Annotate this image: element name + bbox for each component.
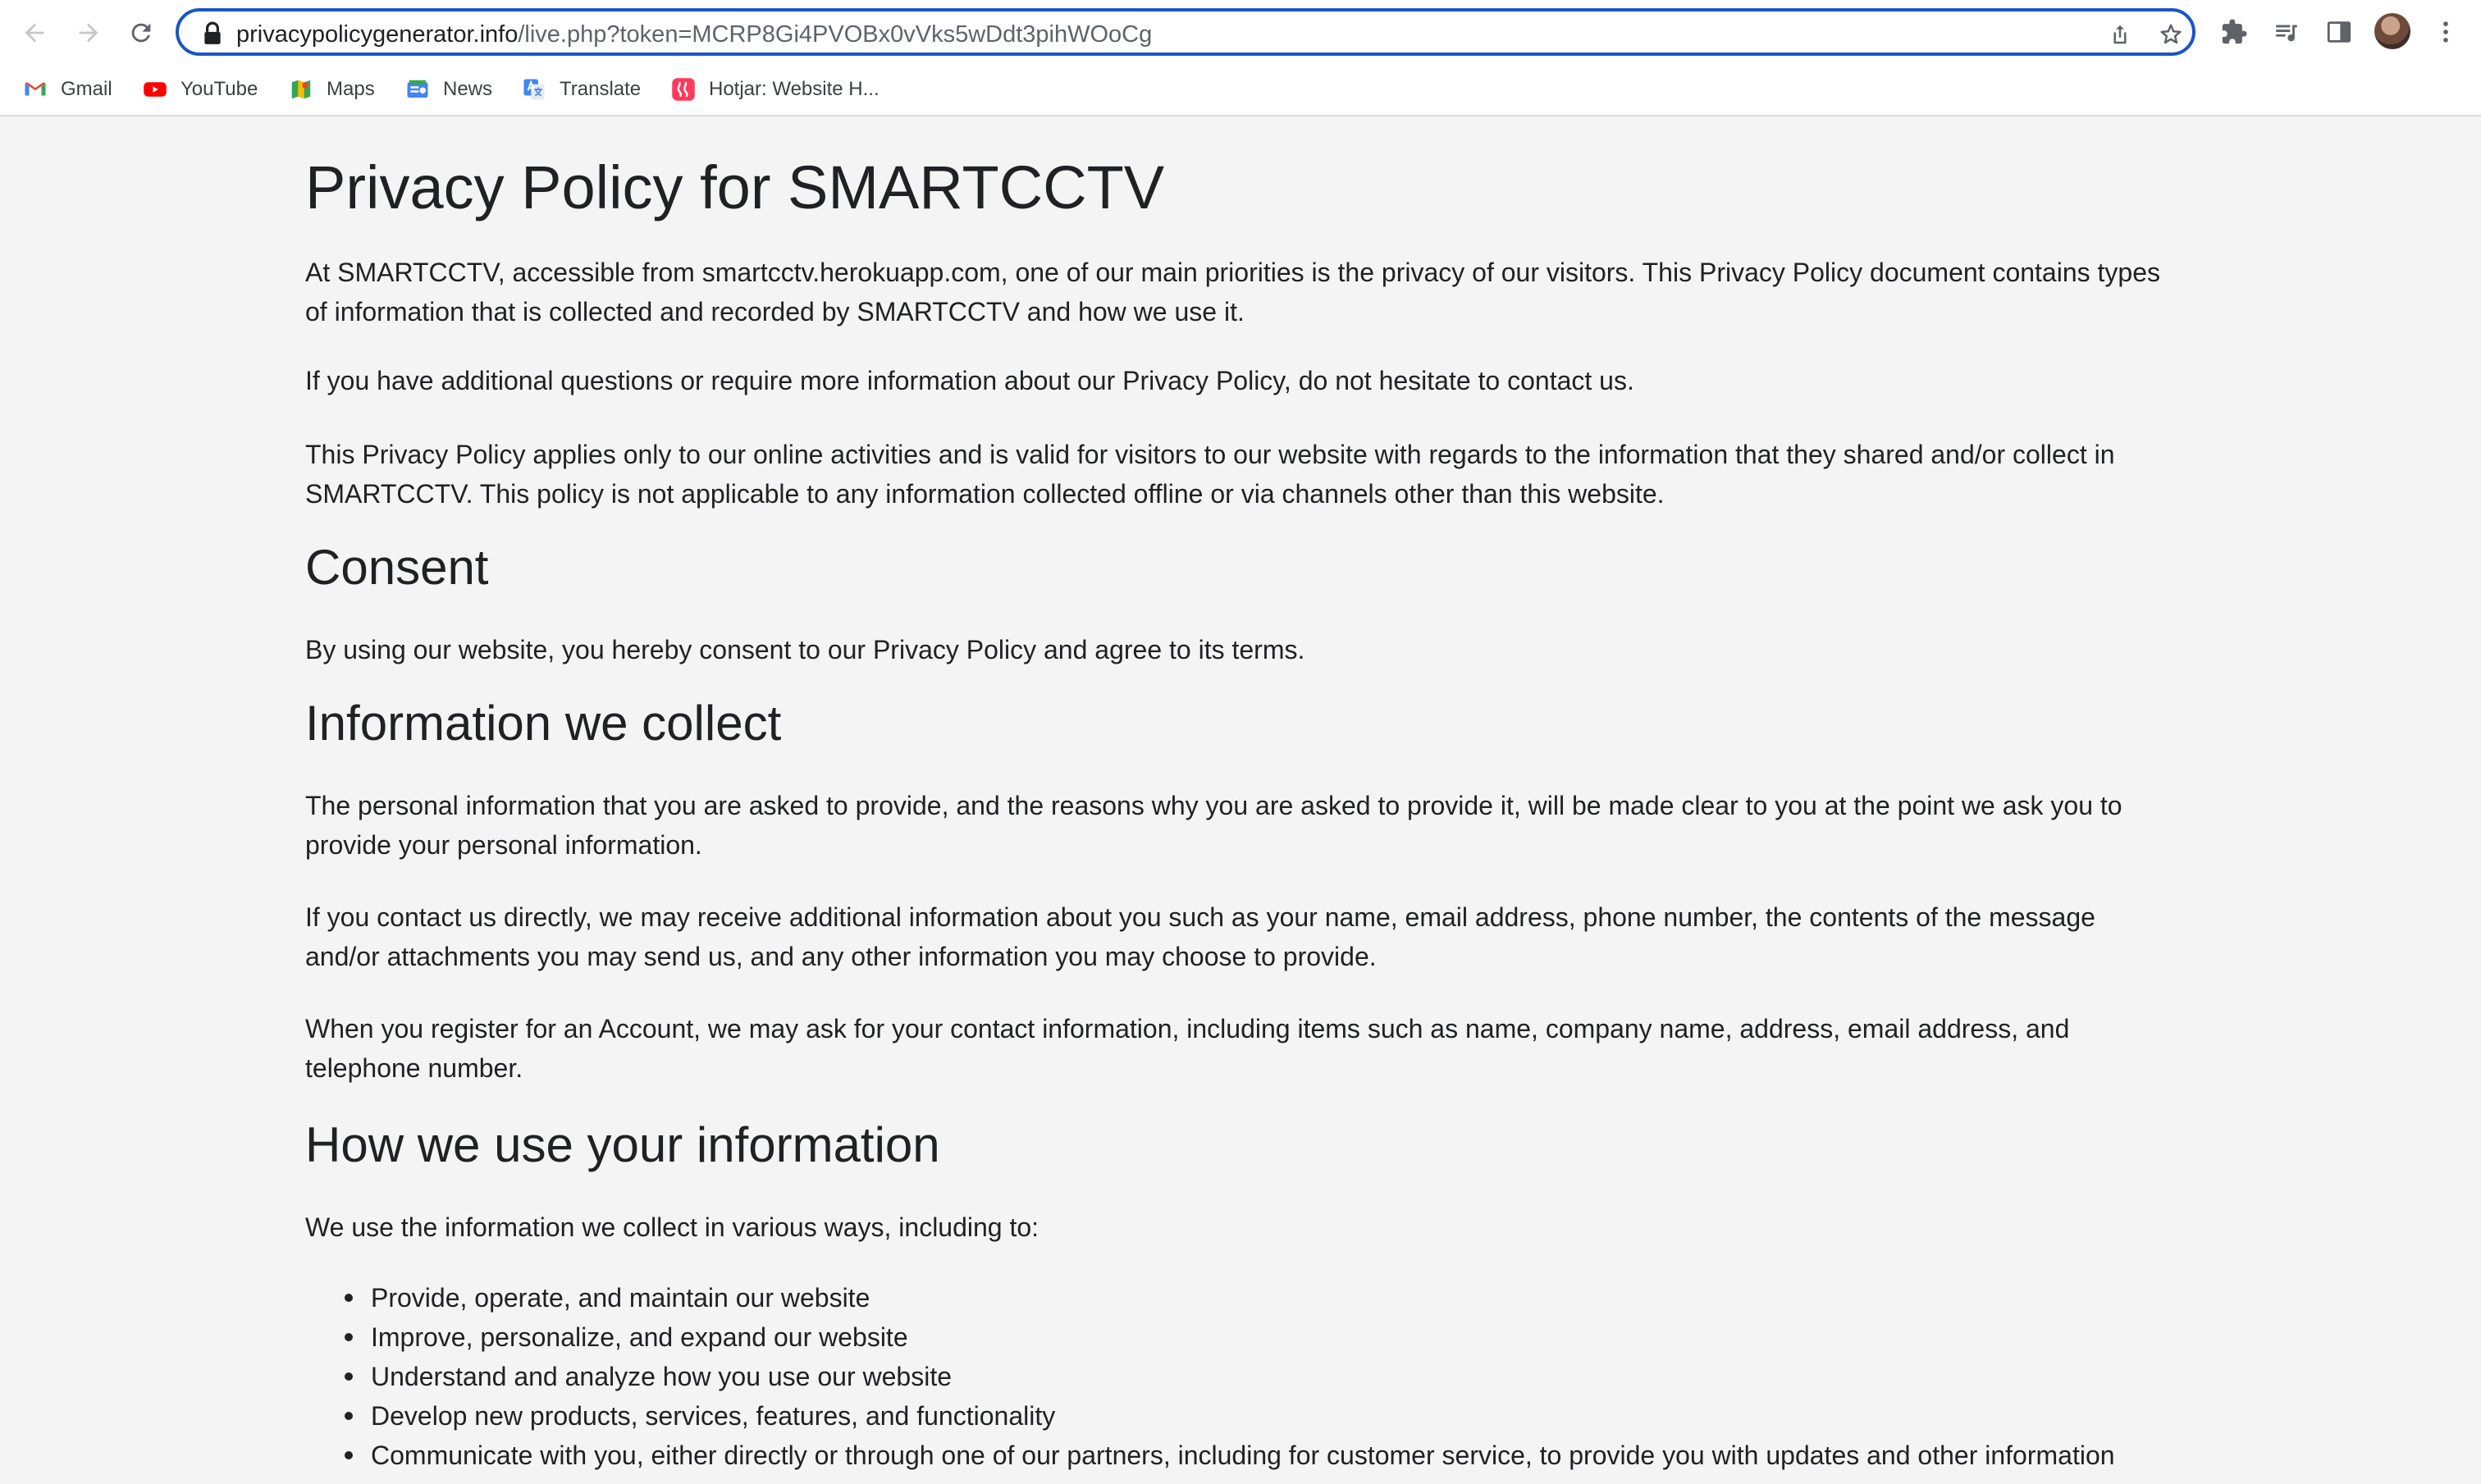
bookmark-youtube[interactable]: YouTube xyxy=(143,72,258,107)
url-text[interactable]: privacypolicygenerator.info/live.php?tok… xyxy=(236,18,1152,51)
back-arrow-icon xyxy=(25,23,44,43)
maps-icon xyxy=(289,77,313,102)
gmail-icon xyxy=(23,77,48,102)
list-item-text: Communicate with you, either directly or… xyxy=(371,1441,2115,1470)
consent-heading: Consent xyxy=(305,540,489,595)
url-path: /live.php?token=MCRP8Gi4PVOBx0vVks5wDdt3… xyxy=(518,21,1153,48)
side-panel-button[interactable] xyxy=(2319,11,2360,53)
list-item: Develop new products, services, features… xyxy=(305,1396,2161,1436)
bookmark-star-button[interactable] xyxy=(2154,18,2187,51)
consent-paragraph: By using our website, you hereby consent… xyxy=(305,635,1305,664)
news-icon xyxy=(405,77,430,102)
use-intro-paragraph: We use the information we collect in var… xyxy=(305,1212,1039,1242)
intro-paragraph-1: At SMARTCCTV, accessible from smartcctv.… xyxy=(305,258,2160,326)
use-heading: How we use your information xyxy=(305,1117,940,1172)
list-item: Understand and analyze how you use our w… xyxy=(305,1357,2161,1396)
media-controls-button[interactable] xyxy=(2266,11,2307,53)
use-list: Provide, operate, and maintain our websi… xyxy=(305,1278,2161,1475)
forward-arrow-icon xyxy=(79,23,98,43)
share-button[interactable] xyxy=(2104,18,2136,51)
side-panel-icon xyxy=(2327,21,2351,43)
bookmark-label: News xyxy=(443,78,493,100)
collect-paragraph-3: When you register for an Account, we may… xyxy=(305,1014,2070,1083)
page-title: Privacy Policy for SMARTCCTV xyxy=(305,153,1165,221)
hotjar-icon xyxy=(671,77,696,102)
extensions-button[interactable] xyxy=(2214,11,2255,53)
back-button[interactable] xyxy=(13,11,56,54)
bullet-icon xyxy=(345,1412,353,1420)
lock-icon[interactable] xyxy=(202,21,223,46)
bookmark-news[interactable]: News xyxy=(405,72,492,107)
collect-paragraph-2: If you contact us directly, we may recei… xyxy=(305,902,2095,971)
bullet-icon xyxy=(345,1333,353,1341)
puzzle-icon xyxy=(2222,19,2247,44)
bookmark-translate[interactable]: Translate xyxy=(522,72,641,107)
list-item-text: Develop new products, services, features… xyxy=(371,1401,1056,1431)
playlist-icon xyxy=(2276,25,2297,42)
bullet-icon xyxy=(345,1294,353,1302)
profile-avatar[interactable] xyxy=(2374,13,2410,49)
forward-button[interactable] xyxy=(67,11,110,54)
browser-toolbar: privacypolicygenerator.info/live.php?tok… xyxy=(0,0,2481,64)
intro-paragraph-2: If you have additional questions or requ… xyxy=(305,366,1634,395)
bookmark-label: Hotjar: Website H... xyxy=(709,78,880,100)
list-item-text: Understand and analyze how you use our w… xyxy=(371,1362,952,1391)
bookmark-label: YouTube xyxy=(180,78,258,100)
url-domain: privacypolicygenerator.info xyxy=(236,21,519,48)
bullet-icon xyxy=(345,1372,353,1381)
more-vert-icon xyxy=(2443,21,2448,43)
collect-heading: Information we collect xyxy=(305,696,782,751)
bullet-icon xyxy=(345,1451,353,1459)
browser-menu-button[interactable] xyxy=(2425,11,2466,53)
list-item-text: Improve, personalize, and expand our web… xyxy=(371,1322,908,1352)
page-viewport: Privacy Policy for SMARTCCTV At SMARTCCT… xyxy=(0,116,2481,1484)
bookmark-hotjar[interactable]: Hotjar: Website H... xyxy=(671,72,880,107)
bookmark-label: Translate xyxy=(560,78,642,100)
reload-icon xyxy=(131,23,151,43)
list-item: Communicate with you, either directly or… xyxy=(305,1436,2161,1475)
bookmark-maps[interactable]: Maps xyxy=(289,72,375,107)
list-item-text: Provide, operate, and maintain our websi… xyxy=(371,1283,870,1313)
translate-icon xyxy=(522,77,546,102)
bookmark-label: Gmail xyxy=(61,78,112,100)
star-icon xyxy=(2160,24,2182,44)
share-icon xyxy=(2113,25,2127,44)
youtube-icon xyxy=(143,77,167,102)
address-bar[interactable]: privacypolicygenerator.info/live.php?tok… xyxy=(176,8,2195,56)
intro-paragraph-3: This Privacy Policy applies only to our … xyxy=(305,440,2115,509)
bookmark-gmail[interactable]: Gmail xyxy=(23,72,112,107)
reload-button[interactable] xyxy=(120,11,162,54)
bookmarks-bar: Gmail YouTube Maps News Translate Hotjar… xyxy=(0,64,2481,116)
list-item: Improve, personalize, and expand our web… xyxy=(305,1317,2161,1357)
collect-paragraph-1: The personal information that you are as… xyxy=(305,791,2122,860)
bookmark-label: Maps xyxy=(327,78,375,100)
list-item: Provide, operate, and maintain our websi… xyxy=(305,1278,2161,1317)
